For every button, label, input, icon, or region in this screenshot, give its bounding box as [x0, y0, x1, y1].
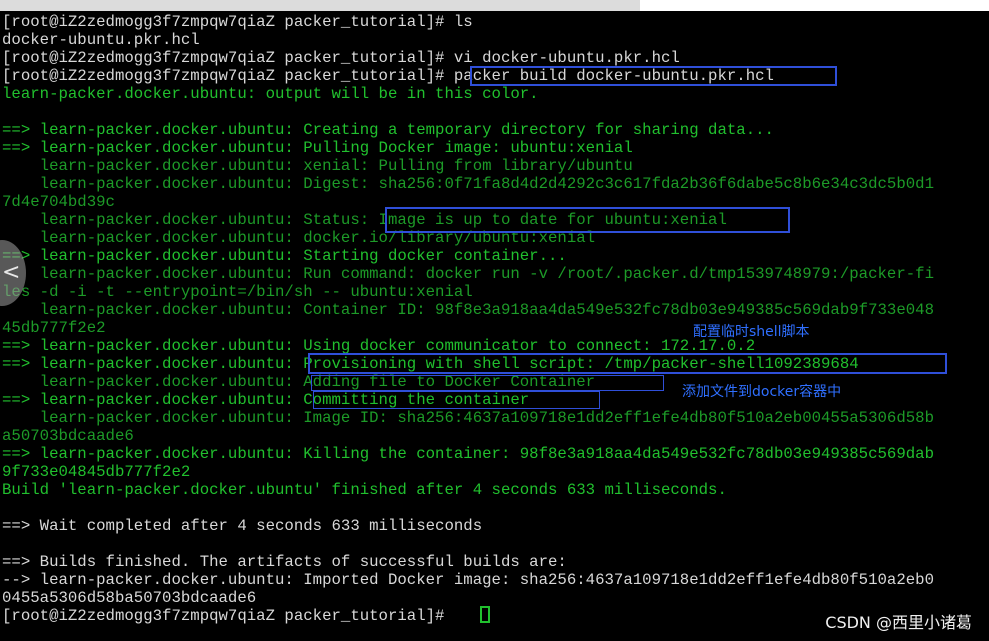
terminal-line: ==> Wait completed after 4 seconds 633 m… [2, 517, 483, 535]
terminal-line: 9f733e04845db777f2e2 [2, 463, 191, 481]
annotation-shell-script-note: 配置临时shell脚本 [693, 324, 810, 340]
terminal-line: Build 'learn-packer.docker.ubuntu' finis… [2, 481, 727, 499]
terminal-line: 45db777f2e2 [2, 319, 106, 337]
terminal-line: learn-packer.docker.ubuntu: Digest: sha2… [2, 175, 934, 193]
window-tab-strip [0, 0, 640, 11]
terminal-line: ==> learn-packer.docker.ubuntu: Killing … [2, 445, 934, 463]
terminal-line: [root@iZ2zedmogg3f7zmpqw7qiaZ packer_tut… [2, 49, 680, 67]
terminal-line: learn-packer.docker.ubuntu: output will … [2, 85, 539, 103]
terminal-cursor [480, 606, 490, 623]
annotation-add-file-note: 添加文件到docker容器中 [682, 384, 842, 400]
highlight-adding-file [311, 375, 664, 391]
terminal-line: [root@iZ2zedmogg3f7zmpqw7qiaZ packer_tut… [2, 13, 473, 31]
window-top-bar [0, 0, 989, 11]
terminal-line: ==> learn-packer.docker.ubuntu: Creating… [2, 121, 774, 139]
highlight-provisioning-shell-script [308, 353, 947, 374]
terminal-line: docker-ubuntu.pkr.hcl [2, 31, 200, 49]
highlight-image-up-to-date [385, 207, 790, 233]
terminal-line: learn-packer.docker.ubuntu: xenial: Pull… [2, 157, 633, 175]
terminal-line: les -d -i -t --entrypoint=/bin/sh -- ubu… [2, 283, 473, 301]
highlight-committing-container [313, 391, 600, 409]
terminal-line: a50703bdcaade6 [2, 427, 134, 445]
terminal-line: 0455a5306d58ba50703bdcaade6 [2, 589, 257, 607]
highlight-packer-build-command [470, 66, 837, 86]
terminal-line: learn-packer.docker.ubuntu: Run command:… [2, 265, 934, 283]
terminal-line: ==> Builds finished. The artifacts of su… [2, 553, 567, 571]
terminal-line: learn-packer.docker.ubuntu: Container ID… [2, 301, 934, 319]
csdn-watermark: CSDN @西里小诸葛 [825, 613, 972, 632]
terminal-output[interactable]: [root@iZ2zedmogg3f7zmpqw7qiaZ packer_tut… [2, 13, 989, 639]
terminal-line: ==> learn-packer.docker.ubuntu: Pulling … [2, 139, 633, 157]
terminal-line: learn-packer.docker.ubuntu: Image ID: sh… [2, 409, 934, 427]
terminal-line: --> learn-packer.docker.ubuntu: Imported… [2, 571, 934, 589]
terminal-line: ==> learn-packer.docker.ubuntu: Starting… [2, 247, 567, 265]
chevron-left-icon: < [2, 260, 21, 285]
